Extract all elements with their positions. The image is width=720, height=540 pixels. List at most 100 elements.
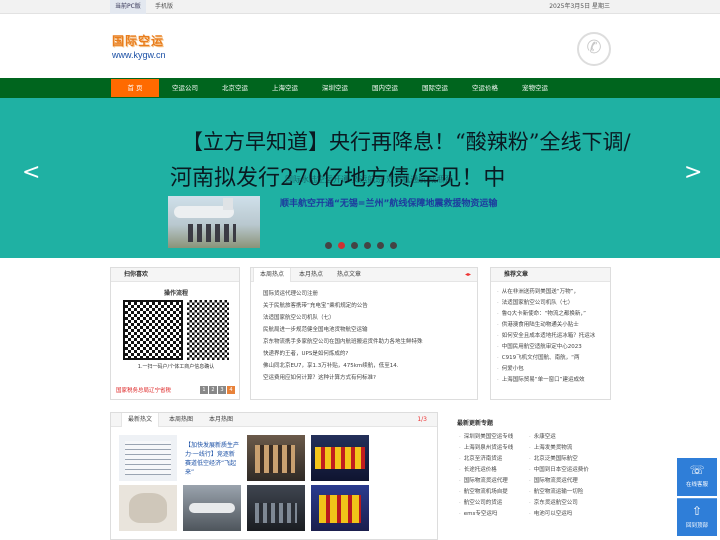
carousel-dot-active[interactable] xyxy=(338,242,345,249)
nav-shenzhen[interactable]: 深圳空运 xyxy=(311,79,359,97)
list-item[interactable]: 航空物流机场自提 xyxy=(459,487,513,498)
photo-page-indicator: 1/3 xyxy=(417,416,427,423)
banner-prev-arrow[interactable]: < xyxy=(22,162,40,184)
pc-version-link[interactable]: 当前PC版 xyxy=(110,0,146,14)
list-item[interactable]: 何爱小包 xyxy=(497,364,610,375)
photo-thumb[interactable] xyxy=(247,435,305,481)
list-item[interactable]: 中国民用航空适航审定中心2023 xyxy=(497,342,610,353)
list-item[interactable]: 快递界的王者，UPS是如何炼成的? xyxy=(263,348,477,360)
photo-thumb[interactable] xyxy=(311,435,369,481)
nav-domestic[interactable]: 国内空运 xyxy=(361,79,409,97)
list-item[interactable]: 北京泛美国际航空 xyxy=(529,454,589,465)
carousel-dot[interactable] xyxy=(377,242,384,249)
list-item[interactable]: 民航局进一步规范健全国电池货物航空运输 xyxy=(263,324,477,336)
list-item[interactable]: 空运费用应如何计算？这种计算方式有何标准? xyxy=(263,372,477,384)
list-item[interactable]: C919飞机文付国航、南航，“两 xyxy=(497,353,610,364)
tab-week-pic[interactable]: 本周热图 xyxy=(163,413,199,427)
nav-price[interactable]: 空运价格 xyxy=(461,79,509,97)
photo-thumb[interactable] xyxy=(119,435,177,481)
list-item[interactable]: 航空物流运输一切险 xyxy=(529,487,589,498)
photo-tabs: 最新热文 本周热图 本月热图 1/3 xyxy=(111,413,437,427)
tab-month-pic[interactable]: 本月热图 xyxy=(203,413,239,427)
scan-pager: 1234 xyxy=(199,386,235,395)
latest-topics-title: 最新更新专题 xyxy=(457,420,494,427)
list-item[interactable]: 佛山同北京EU7，享1.3万补贴，475km续航，低至14. xyxy=(263,360,477,372)
list-item[interactable]: 鲁Q大卡新使命：“物流之都换新，” xyxy=(497,309,610,320)
scan-box-title: 扫你喜欢 xyxy=(111,268,239,282)
hot-list: 国际货运代理公司注册 关于民航旅客携带“充电宝”乘机规定的公告 法适国家航空公司… xyxy=(251,282,477,384)
current-date: 2025年3月5日 星期三 xyxy=(549,3,610,10)
nav-air-company[interactable]: 空运公司 xyxy=(161,79,209,97)
list-item[interactable]: 长途托运价格 xyxy=(459,465,513,476)
list-item[interactable]: 京东货运航空公司 xyxy=(529,498,589,509)
cargo-shape xyxy=(315,447,365,469)
scan-page-4[interactable]: 4 xyxy=(227,386,235,394)
nav-beijing[interactable]: 北京空运 xyxy=(211,79,259,97)
scan-page-2[interactable]: 2 xyxy=(209,386,217,394)
tab-month-hot[interactable]: 本月热点 xyxy=(293,268,329,282)
list-item[interactable]: 国际物流货运代理 xyxy=(529,476,589,487)
list-item[interactable]: 如何安全且成本适地托运冰箱？托运冰 xyxy=(497,331,610,342)
list-item[interactable]: 永康空运 xyxy=(529,432,589,443)
list-item[interactable]: 供港澳食用陆生动物通关小贴士 xyxy=(497,320,610,331)
list-item[interactable]: 深圳到美国空运专线 xyxy=(459,432,514,443)
list-item[interactable]: 上海到泉州货运专线 xyxy=(459,443,514,454)
main-nav: 首 页 空运公司 北京空运 上海空运 深圳空运 国内空运 国际空运 空运价格 宠… xyxy=(0,78,720,98)
carousel-dot[interactable] xyxy=(364,242,371,249)
scan-page-3[interactable]: 3 xyxy=(218,386,226,394)
tab-latest[interactable]: 最新热文 xyxy=(121,413,160,427)
workers-shape xyxy=(319,495,361,523)
list-item[interactable]: 航空公司的货运 xyxy=(459,498,513,509)
site-logo[interactable]: 国际空运 www.kygw.cn xyxy=(112,32,192,64)
banner-next-arrow[interactable]: > xyxy=(684,162,702,184)
tab-week-hot[interactable]: 本周热点 xyxy=(253,268,292,282)
hot-news-box: 本周热点 本月热点 热点文章 ◂▸ 国际货运代理公司注册 关于民航旅客携带“充电… xyxy=(250,267,478,400)
list-item[interactable]: 北京至济南货运 xyxy=(459,454,513,465)
chat-icon: ☏ xyxy=(689,463,705,477)
top-bar: 当前PC版 手机版 2025年3月5日 星期三 xyxy=(0,0,720,14)
photo-caption[interactable]: 【加快发展新质生产力·一线行】竞逐新赛道低空经济“飞起来” xyxy=(183,435,241,481)
photo-news-box: 最新热文 本周热图 本月热图 1/3 【加快发展新质生产力·一线行】竞逐新赛道低… xyxy=(110,412,438,540)
latest-topics-left: 深圳到美国空运专线 上海到泉州货运专线 北京至济南货运 长途托运价格 国际物流货… xyxy=(459,432,514,520)
carousel-dot[interactable] xyxy=(351,242,358,249)
nav-shanghai[interactable]: 上海空运 xyxy=(261,79,309,97)
list-item[interactable]: ems专空运吗 xyxy=(459,509,513,520)
scan-box: 扫你喜欢 操作流程 1.一扫一码户/个体工商户信息确认 国家税务总局辽宁省税 1… xyxy=(110,267,240,400)
nav-pet[interactable]: 宠物空运 xyxy=(511,79,559,97)
photo-thumb[interactable] xyxy=(183,485,241,531)
banner-image[interactable] xyxy=(168,196,260,248)
list-item[interactable]: 京东物流携手多家航空公司在国内航班搬运货件助力各地生鲜特殊 xyxy=(263,336,477,348)
crowd-shape xyxy=(255,445,295,473)
list-item[interactable]: 上海国际贸易“单一窗口”建运成效 xyxy=(497,375,610,386)
hot-pager-arrows[interactable]: ◂▸ xyxy=(465,268,471,282)
photo-thumb[interactable] xyxy=(311,485,369,531)
banner-headline-2[interactable]: 河南拟发行270亿地方债/罕见！中 xyxy=(170,160,505,192)
nav-international[interactable]: 国际空运 xyxy=(411,79,459,97)
carousel-dot[interactable] xyxy=(325,242,332,249)
list-item[interactable]: 国际货运代理公司注册 xyxy=(263,288,477,300)
banner-carousel[interactable]: 国际水陆空运开通·货运航班·双货机通航·成瓶颈 【立方早知道】央行再降息！“酸辣… xyxy=(0,98,720,258)
tab-hot-articles[interactable]: 热点文章 xyxy=(331,268,367,282)
banner-headline-1[interactable]: 【立方早知道】央行再降息！“酸辣粉”全线下调/ xyxy=(182,126,631,156)
photo-thumb[interactable] xyxy=(247,485,305,531)
list-item[interactable]: 上海发美货物流 xyxy=(529,443,589,454)
scan-page-1[interactable]: 1 xyxy=(200,386,208,394)
banner-subline[interactable]: 顺丰航空开通“无锡=兰州”航线保障地震救援物资运输 xyxy=(280,196,497,209)
list-item[interactable]: 法适国家航空公司机队（七） xyxy=(263,312,477,324)
list-item[interactable]: 法适国家航空公司机队（七） xyxy=(497,298,610,309)
recommend-title: 推荐文章 xyxy=(491,268,610,282)
mobile-version-link[interactable]: 手机版 xyxy=(150,0,178,14)
photo-thumb[interactable] xyxy=(119,485,177,531)
nav-home[interactable]: 首 页 xyxy=(111,79,159,97)
photo-thumb-text[interactable]: 【加快发展新质生产力·一线行】竞逐新赛道低空经济“飞起来” xyxy=(183,435,241,481)
list-item[interactable]: 从在非洲送药到美国送“万物”， xyxy=(497,287,610,298)
list-item[interactable]: 国际物流货运代理 xyxy=(459,476,513,487)
list-item[interactable]: 关于民航旅客携带“充电宝”乘机规定的公告 xyxy=(263,300,477,312)
qr-image[interactable]: 操作流程 1.一扫一码户/个体工商户信息确认 xyxy=(121,288,231,380)
list-item[interactable]: 中国到日本空运运费价 xyxy=(529,465,589,476)
carousel-dot[interactable] xyxy=(390,242,397,249)
online-service-button[interactable]: ☏ 在线客服 xyxy=(677,458,717,496)
list-item[interactable]: 电池可以空运吗 xyxy=(529,509,589,520)
back-to-top-button[interactable]: ⇧ 回到顶部 xyxy=(677,498,717,536)
qr-caption: 1.一扫一码户/个体工商户信息确认 xyxy=(137,364,215,370)
